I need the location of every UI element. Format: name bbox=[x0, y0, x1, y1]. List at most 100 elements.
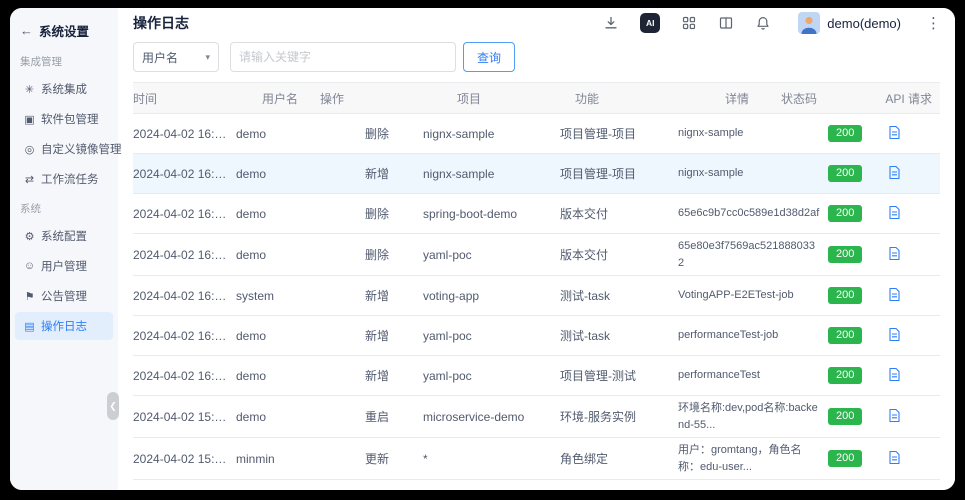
api-request-doc-icon[interactable] bbox=[888, 246, 901, 261]
sidebar-item-announcement-management[interactable]: ⚑ 公告管理 bbox=[15, 282, 113, 310]
sidebar-item-operation-logs[interactable]: ▤ 操作日志 bbox=[15, 312, 113, 340]
cell-operation: 删除 bbox=[365, 121, 423, 146]
cell-status: 200 bbox=[828, 242, 884, 267]
table-row[interactable]: 2024-04-02 14:28:19 demo 新建 yaml-poc 自定义… bbox=[133, 480, 940, 490]
api-request-doc-icon[interactable] bbox=[888, 367, 901, 382]
table-row[interactable]: 2024-04-02 16:45:19 demo 新增 nignx-sample… bbox=[133, 154, 940, 194]
page-title: 操作日志 bbox=[133, 13, 189, 33]
table-row[interactable]: 2024-04-02 16:35:05 demo 删除 spring-boot-… bbox=[133, 194, 940, 234]
cell-detail: 65e6c9b7cc0c589e1d38d2af bbox=[678, 201, 828, 226]
sidebar-group-label: 系统 bbox=[10, 195, 118, 220]
cell-operation: 新增 bbox=[365, 283, 423, 308]
cell-project: nignx-sample bbox=[423, 123, 560, 145]
cell-operation: 删除 bbox=[365, 201, 423, 226]
sidebar-title: 系统设置 bbox=[39, 21, 89, 40]
cell-time: 2024-04-02 16:48:38 bbox=[133, 123, 236, 145]
cell-username: demo bbox=[236, 325, 365, 347]
api-request-doc-icon[interactable] bbox=[888, 287, 901, 302]
cell-status: 200 bbox=[828, 323, 884, 348]
table-row[interactable]: 2024-04-02 15:50:56 minmin 更新 * 角色绑定 用户：… bbox=[133, 438, 940, 480]
cell-username: demo bbox=[236, 163, 365, 185]
sidebar-item-label: 自定义镜像管理 bbox=[41, 141, 122, 157]
cell-username: demo bbox=[236, 244, 365, 266]
api-request-doc-icon[interactable] bbox=[888, 327, 901, 342]
sidebar-item-system-integration[interactable]: ✳ 系统集成 bbox=[15, 75, 113, 103]
table-row[interactable]: 2024-04-02 16:34:57 demo 删除 yaml-poc 版本交… bbox=[133, 234, 940, 276]
table-row[interactable]: 2024-04-02 16:48:38 demo 删除 nignx-sample… bbox=[133, 114, 940, 154]
sidebar-item-workflow-tasks[interactable]: ⇄ 工作流任务 bbox=[15, 165, 113, 193]
cell-detail: VotingAPP-E2ETest-job bbox=[678, 283, 828, 308]
notification-bell-icon[interactable] bbox=[755, 15, 771, 31]
status-badge: 200 bbox=[828, 205, 862, 222]
column-header: 时间 bbox=[133, 90, 262, 107]
table-row[interactable]: 2024-04-02 16:20:30 demo 新增 yaml-poc 测试-… bbox=[133, 316, 940, 356]
api-request-doc-icon[interactable] bbox=[888, 450, 901, 465]
cell-api-request bbox=[884, 201, 940, 227]
cell-status: 200 bbox=[828, 161, 884, 186]
apps-grid-icon[interactable] bbox=[681, 15, 697, 31]
docs-icon[interactable] bbox=[718, 15, 734, 31]
cell-username: demo bbox=[236, 365, 365, 387]
cell-api-request bbox=[884, 161, 940, 187]
table-row[interactable]: 2024-04-02 16:19:48 demo 新增 yaml-poc 项目管… bbox=[133, 356, 940, 396]
status-badge: 200 bbox=[828, 367, 862, 384]
cell-operation: 重启 bbox=[365, 404, 423, 429]
cell-time: 2024-04-02 15:50:56 bbox=[133, 448, 236, 470]
api-request-doc-icon[interactable] bbox=[888, 408, 901, 423]
download-icon[interactable] bbox=[603, 15, 619, 31]
ai-assistant-icon[interactable]: AI bbox=[640, 13, 660, 33]
cell-project: yaml-poc bbox=[423, 489, 560, 491]
cell-api-request bbox=[884, 283, 940, 309]
cell-api-request bbox=[884, 487, 940, 491]
cell-detail: 环境名称:dev,pod名称:backend-55... bbox=[678, 396, 828, 437]
sidebar-item-package-management[interactable]: ▣ 软件包管理 bbox=[15, 105, 113, 133]
username-label: demo(demo) bbox=[827, 16, 901, 31]
status-badge: 200 bbox=[828, 408, 862, 425]
cell-username: minmin bbox=[236, 448, 365, 470]
table-body: 2024-04-02 16:48:38 demo 删除 nignx-sample… bbox=[133, 114, 940, 490]
sidebar-item-icon: ⇄ bbox=[23, 173, 36, 186]
sidebar-group-integration: ✳ 系统集成 ▣ 软件包管理 ◎ 自定义镜像管理 ⇄ 工作流任务 bbox=[10, 75, 118, 193]
user-menu[interactable]: demo(demo) bbox=[798, 12, 901, 34]
table-row[interactable]: 2024-04-02 16:30:00 system 新增 voting-app… bbox=[133, 276, 940, 316]
cell-status: 200 bbox=[828, 487, 884, 490]
cell-project: voting-app bbox=[423, 285, 560, 307]
sidebar-collapse-handle[interactable]: ❮ bbox=[107, 392, 119, 420]
cell-status: 200 bbox=[828, 201, 884, 226]
api-request-doc-icon[interactable] bbox=[888, 165, 901, 180]
column-header: 状态码 bbox=[781, 90, 885, 107]
column-header: API 请求 bbox=[885, 90, 940, 107]
search-button[interactable]: 查询 bbox=[463, 42, 515, 72]
cell-project: microservice-demo bbox=[423, 406, 560, 428]
column-header: 操作 bbox=[320, 90, 457, 107]
sidebar-item-system-config[interactable]: ⚙ 系统配置 bbox=[15, 222, 113, 250]
cell-time: 2024-04-02 16:35:05 bbox=[133, 203, 236, 225]
filter-field-select[interactable]: 用户名 ▾ bbox=[133, 42, 219, 72]
sidebar-item-icon: ⚑ bbox=[23, 290, 36, 303]
table-row[interactable]: 2024-04-02 15:51:48 demo 重启 microservice… bbox=[133, 396, 940, 438]
sidebar-item-custom-image-management[interactable]: ◎ 自定义镜像管理 bbox=[15, 135, 113, 163]
status-badge: 200 bbox=[828, 125, 862, 142]
keyword-input[interactable] bbox=[230, 42, 456, 72]
cell-time: 2024-04-02 16:20:30 bbox=[133, 325, 236, 347]
api-request-doc-icon[interactable] bbox=[888, 125, 901, 140]
sidebar-item-label: 工作流任务 bbox=[41, 171, 99, 187]
sidebar-item-icon: ◎ bbox=[23, 143, 36, 156]
sidebar-item-user-management[interactable]: ☺ 用户管理 bbox=[15, 252, 113, 280]
filter-field-value: 用户名 bbox=[142, 49, 178, 66]
cell-username: demo bbox=[236, 406, 365, 428]
back-arrow-icon[interactable]: ← bbox=[20, 24, 33, 37]
sidebar-item-icon: ✳ bbox=[23, 83, 36, 96]
sidebar-item-label: 系统配置 bbox=[41, 228, 87, 244]
api-request-doc-icon[interactable] bbox=[888, 205, 901, 220]
cell-status: 200 bbox=[828, 121, 884, 146]
cell-project: yaml-poc bbox=[423, 365, 560, 387]
sidebar-item-label: 用户管理 bbox=[41, 258, 87, 274]
sidebar-header: ← 系统设置 bbox=[10, 8, 118, 48]
cell-function: 项目管理-测试 bbox=[560, 363, 678, 388]
cell-detail: 65e80e3f7569ac5218880332 bbox=[678, 234, 828, 275]
more-menu-icon[interactable]: ⋮ bbox=[926, 16, 941, 31]
cell-operation: 新建 bbox=[365, 487, 423, 490]
cell-project: * bbox=[423, 448, 560, 470]
cell-detail: kaifahuanjingbiangeng bbox=[678, 487, 828, 490]
